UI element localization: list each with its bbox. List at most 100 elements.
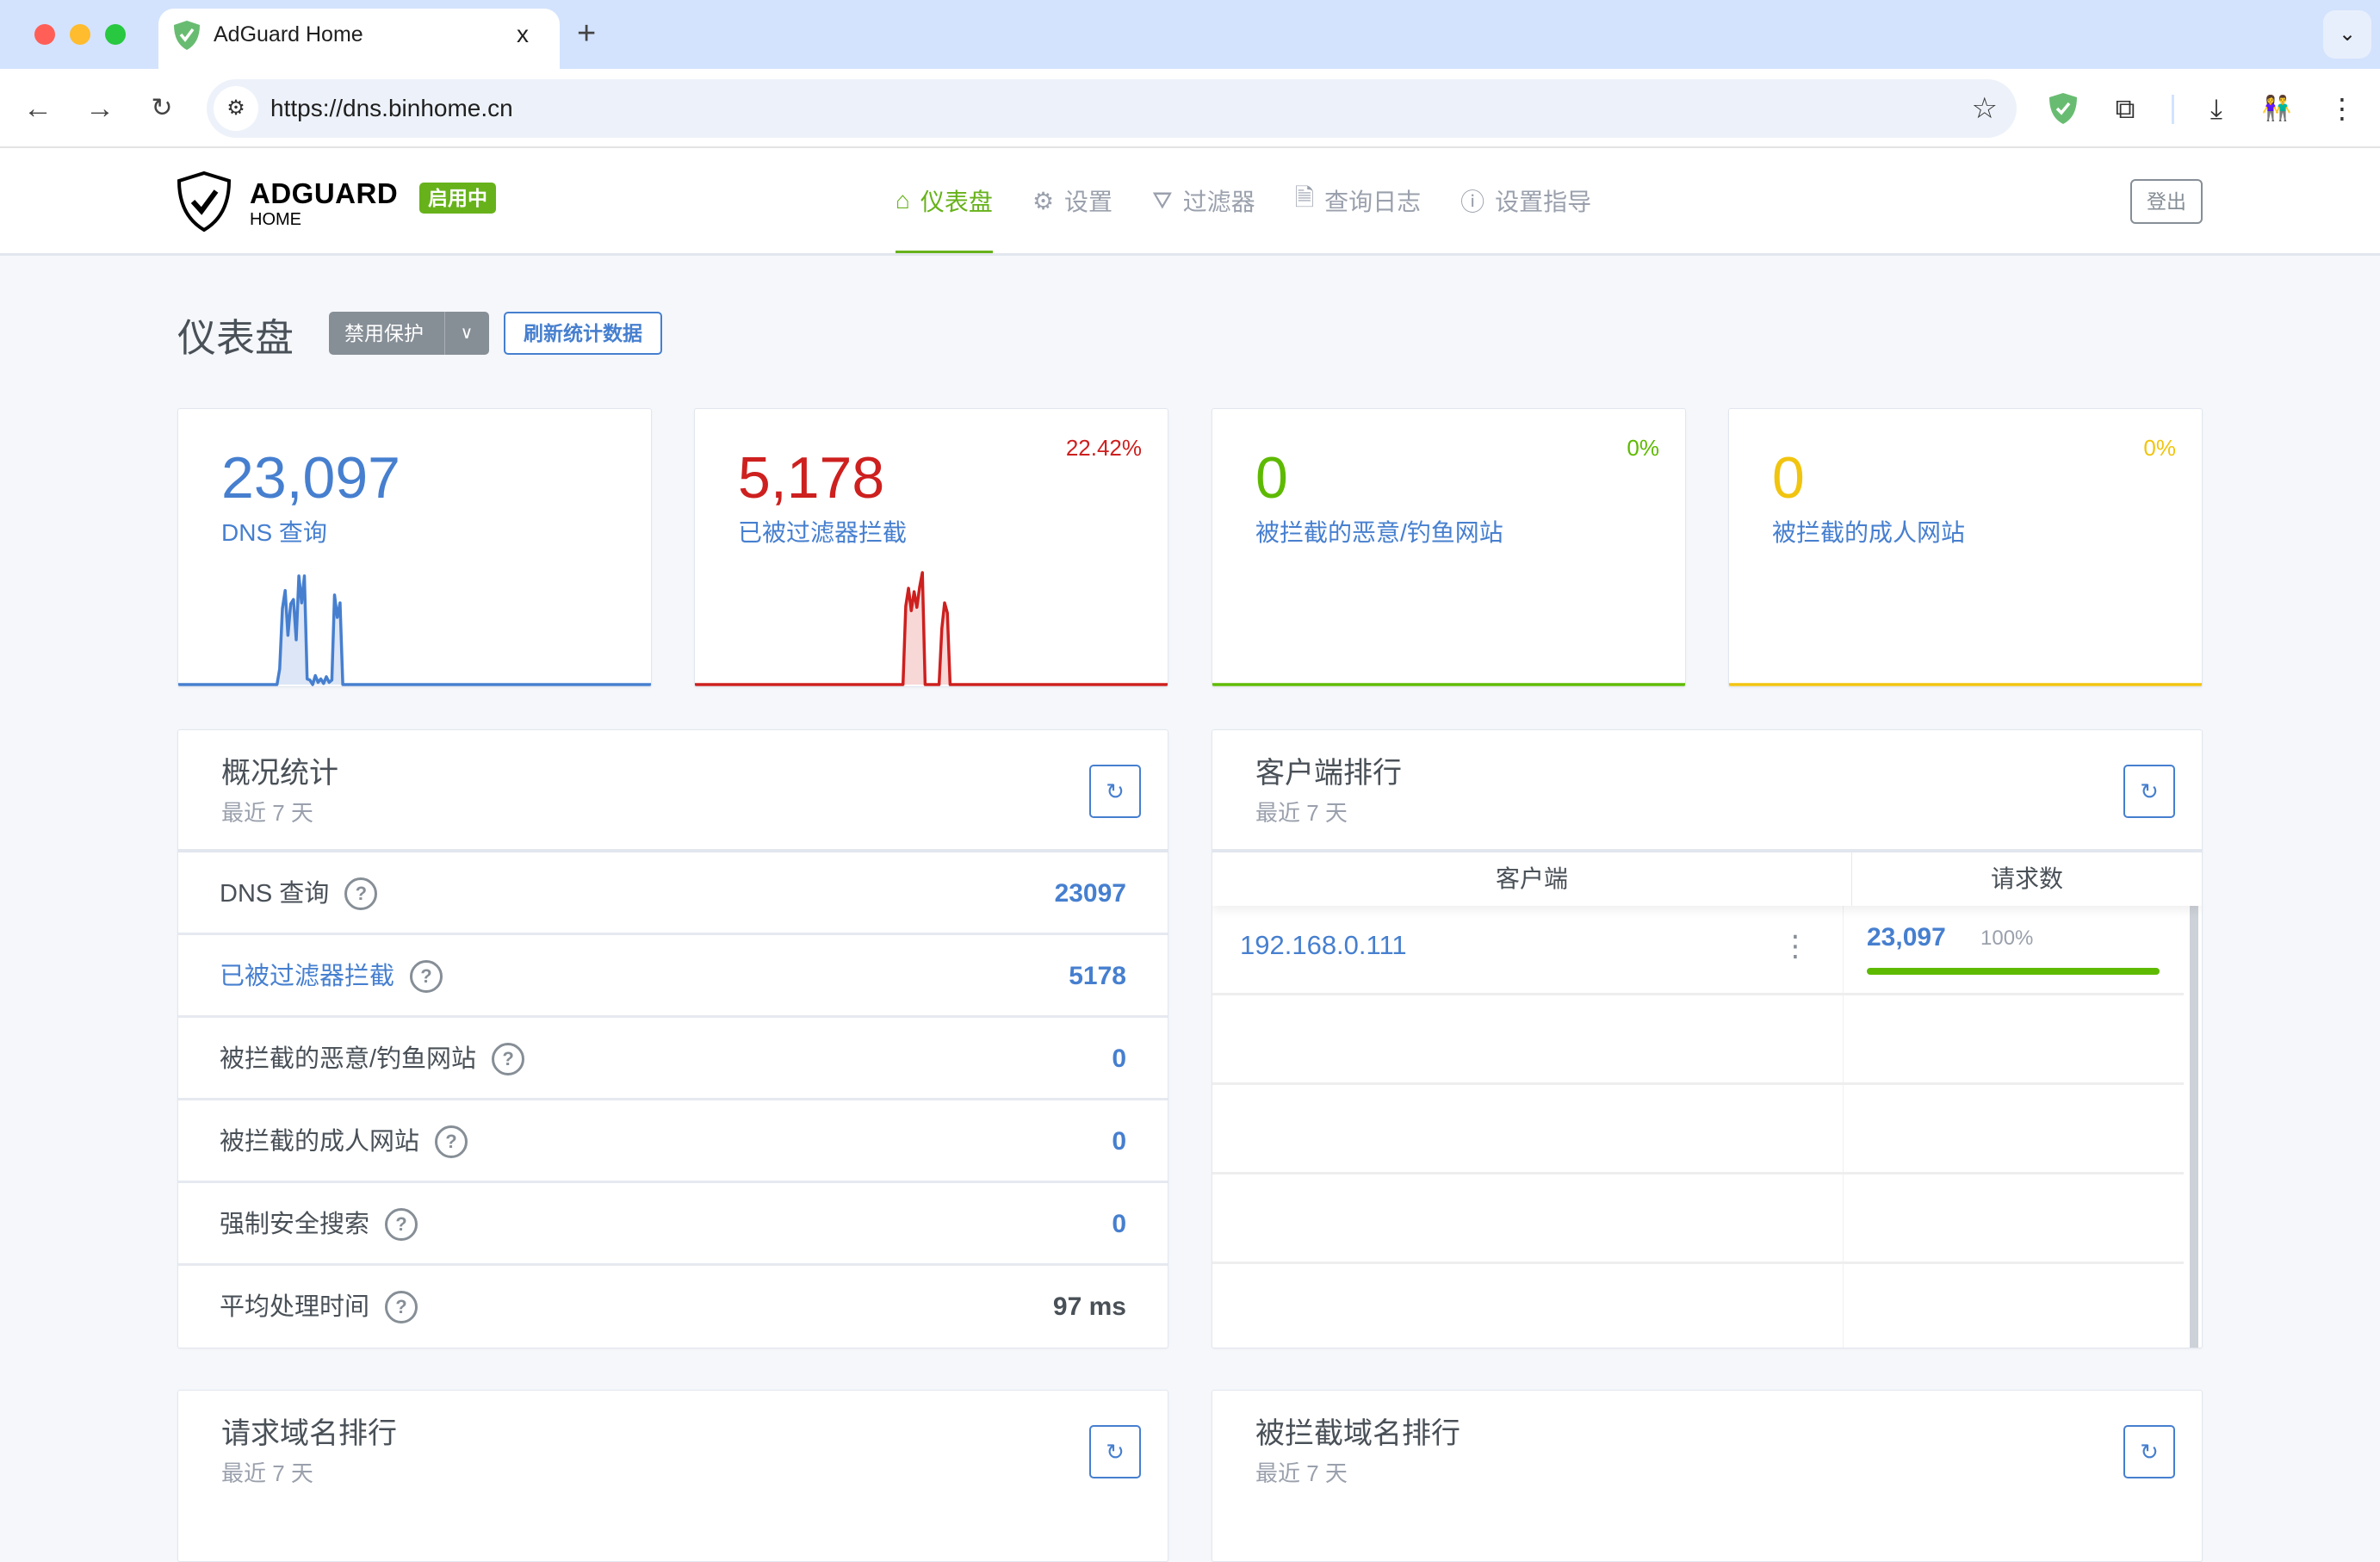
- help-circle-icon: ⓘ: [1460, 189, 1485, 215]
- tab-list-chevron-icon[interactable]: ⌄: [2323, 10, 2371, 59]
- stats-row-label: DNS 查询?: [220, 852, 378, 935]
- sparkline-line: [178, 574, 651, 686]
- column-header-requests[interactable]: 请求数: [1851, 852, 2202, 906]
- browser-toolbar: ← → ↻ ⚙ https://dns.binhome.cn ☆ ⧉ ⤓ 👫 ⋮: [0, 69, 2380, 148]
- home-icon: ⌂: [896, 187, 910, 214]
- refresh-icon[interactable]: ↻: [2123, 765, 2175, 818]
- stat-value: 23,097: [221, 445, 400, 511]
- table-row-empty: [1212, 1085, 2184, 1175]
- adguard-favicon-icon: [174, 21, 200, 50]
- help-icon[interactable]: ?: [344, 877, 378, 910]
- nav-dashboard[interactable]: ⌂ 仪表盘: [896, 148, 993, 253]
- stat-card-dns-queries: 23,097 DNS 查询: [177, 408, 652, 687]
- help-icon[interactable]: ?: [435, 1125, 468, 1158]
- client-actions-menu-icon[interactable]: ⋮: [1781, 927, 1810, 970]
- nav-settings[interactable]: ⚙ 设置: [1032, 148, 1113, 253]
- stats-row: 已被过滤器拦截? 5178: [178, 935, 1168, 1018]
- panel-title: 请求域名排行: [221, 1417, 397, 1450]
- maximize-window-button[interactable]: [105, 24, 126, 45]
- address-bar[interactable]: ⚙ https://dns.binhome.cn ☆: [207, 79, 2017, 138]
- disable-protection-label: 禁用保护: [344, 322, 424, 344]
- nav-query-log[interactable]: 🗎 查询日志: [1295, 148, 1422, 253]
- table-scrollbar[interactable]: [2190, 906, 2198, 1348]
- refresh-icon[interactable]: ↻: [2123, 1425, 2175, 1478]
- profile-avatar[interactable]: 👫: [2256, 88, 2297, 129]
- stats-row-label: 已被过滤器拦截?: [220, 935, 443, 1018]
- help-icon[interactable]: ?: [385, 1208, 418, 1241]
- bookmark-star-icon[interactable]: ☆: [1972, 79, 1998, 138]
- download-icon[interactable]: ⤓: [2196, 88, 2237, 129]
- more-menu-icon[interactable]: ⋮: [2321, 88, 2363, 129]
- refresh-icon[interactable]: ↻: [1089, 1425, 1141, 1478]
- client-progress-fill: [1867, 968, 2160, 975]
- gear-icon: ⚙: [1032, 187, 1055, 214]
- column-separator: [1843, 995, 1844, 1082]
- nav-filters[interactable]: ⛛ 过滤器: [1152, 148, 1255, 253]
- stats-row-value: 0: [1112, 1210, 1126, 1238]
- stats-row: DNS 查询? 23097: [178, 852, 1168, 935]
- nav-setup-guide[interactable]: ⓘ 设置指导: [1460, 148, 1591, 253]
- clients-table-header: 客户端 请求数: [1212, 852, 2202, 906]
- nav-label: 过滤器: [1182, 189, 1255, 215]
- stat-label[interactable]: 已被过滤器拦截: [738, 514, 907, 549]
- app-header: ADGUARD HOME 启用中 ⌂ 仪表盘 ⚙ 设置 ⛛ 过滤器 🗎 查询日志…: [0, 148, 2380, 256]
- back-icon[interactable]: ←: [15, 86, 60, 131]
- stats-row-label: 被拦截的成人网站?: [220, 1100, 468, 1183]
- sparkline-line: [695, 571, 1168, 686]
- logout-button[interactable]: 登出: [2130, 179, 2203, 224]
- close-window-button[interactable]: [34, 24, 55, 45]
- table-row-empty: [1212, 1175, 2184, 1264]
- stats-row-label: 被拦截的恶意/钓鱼网站?: [220, 1018, 525, 1100]
- nav-label: 仪表盘: [920, 189, 993, 215]
- stats-row-value: 0: [1112, 1044, 1126, 1073]
- stats-row: 被拦截的成人网站? 0: [178, 1100, 1168, 1183]
- new-tab-button[interactable]: +: [577, 15, 596, 52]
- panel-title: 概况统计: [221, 757, 338, 790]
- tab-close-icon[interactable]: x: [517, 19, 529, 50]
- sparkline-area: [695, 573, 1168, 685]
- panel-title: 被拦截域名排行: [1255, 1417, 1460, 1450]
- row-label-text: 强制安全搜索: [220, 1211, 370, 1238]
- help-icon[interactable]: ?: [410, 960, 443, 993]
- adguard-logo-icon[interactable]: [176, 170, 232, 232]
- forward-icon[interactable]: →: [77, 86, 122, 131]
- column-header-client[interactable]: 客户端: [1212, 852, 1851, 906]
- help-icon[interactable]: ?: [492, 1043, 525, 1075]
- nav-label: 设置: [1064, 189, 1113, 215]
- blocked-by-filters-link[interactable]: 已被过滤器拦截: [220, 935, 394, 1018]
- stats-row: 强制安全搜索? 0: [178, 1183, 1168, 1266]
- nav-label: 设置指导: [1495, 189, 1592, 215]
- chevron-down-icon[interactable]: ∨: [444, 312, 489, 355]
- stat-percent: 22.42%: [1065, 435, 1142, 461]
- stat-card-blocked-adult: 0 0% 被拦截的成人网站: [1728, 408, 2203, 687]
- reload-icon[interactable]: ↻: [139, 86, 184, 131]
- general-statistics-panel: 概况统计 最近 7 天 ↻ DNS 查询? 23097 已被过滤器拦截? 517…: [177, 729, 1168, 1348]
- stat-label[interactable]: DNS 查询: [221, 514, 327, 549]
- adguard-extension-icon[interactable]: [2042, 88, 2084, 129]
- client-request-count: 23,097: [1867, 923, 1946, 951]
- sparkline-dns-queries: [178, 574, 651, 686]
- stat-value: 0: [1772, 445, 1805, 511]
- column-separator: [1843, 1175, 1844, 1261]
- sparkline-blocked-malware: [1212, 683, 1685, 686]
- refresh-stats-button[interactable]: 刷新统计数据: [504, 312, 662, 355]
- stats-row-label: 强制安全搜索?: [220, 1183, 418, 1266]
- help-icon[interactable]: ?: [385, 1291, 418, 1323]
- client-ip-link[interactable]: 192.168.0.111: [1240, 930, 1407, 961]
- stat-label[interactable]: 被拦截的恶意/钓鱼网站: [1255, 514, 1503, 549]
- stat-label[interactable]: 被拦截的成人网站: [1772, 514, 1965, 549]
- refresh-icon[interactable]: ↻: [1089, 765, 1141, 818]
- stats-row-value: 97 ms: [1052, 1292, 1126, 1321]
- table-row-empty: [1212, 1264, 2184, 1348]
- stats-row: 被拦截的恶意/钓鱼网站? 0: [178, 1018, 1168, 1100]
- minimize-window-button[interactable]: [70, 24, 90, 45]
- disable-protection-button[interactable]: 禁用保护 ∨: [329, 312, 489, 355]
- table-row-empty: [1212, 995, 2184, 1085]
- toolbar-separator: [2172, 95, 2174, 124]
- extensions-puzzle-icon[interactable]: ⧉: [2104, 88, 2146, 129]
- panel-subtitle: 最近 7 天: [1255, 800, 1348, 826]
- site-settings-icon[interactable]: ⚙: [214, 86, 258, 131]
- url-text[interactable]: https://dns.binhome.cn: [270, 79, 513, 138]
- stat-value: 0: [1255, 445, 1288, 511]
- panel-subtitle: 最近 7 天: [221, 1460, 313, 1486]
